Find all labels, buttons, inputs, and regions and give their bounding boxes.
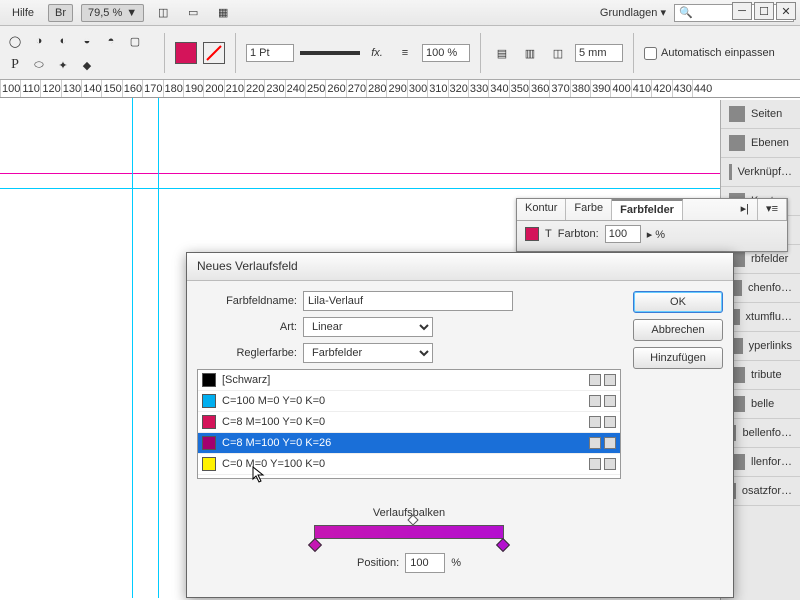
ok-button[interactable]: OK <box>633 291 723 313</box>
panel-item[interactable]: Ebenen <box>721 129 800 158</box>
swatch-row[interactable]: C=100 M=0 Y=0 K=0 <box>198 391 620 412</box>
stop-color-select[interactable]: Farbfelder <box>303 343 433 363</box>
add-button[interactable]: Hinzufügen <box>633 347 723 369</box>
type-select[interactable]: Linear <box>303 317 433 337</box>
tool-icon[interactable]: ✦ <box>52 54 74 76</box>
app-menubar: Hilfe Br 79,5 % ▼ ◫ ▭ ▦ Grundlagen ▾ 🔍 ─… <box>0 0 800 26</box>
horizontal-ruler: 1001101201301401501601701801902002102202… <box>0 80 800 98</box>
control-toolbar: ◯ ◑ ◐ ◒ ◓ ▢ P ⬭ ✦ ◆ fx. ≡ ▤ ▥ ◫ Automati… <box>0 26 800 80</box>
bridge-button[interactable]: Br <box>48 4 73 22</box>
gradient-stop-left[interactable] <box>308 538 322 552</box>
window-maximize-button[interactable]: ☐ <box>754 2 774 20</box>
new-gradient-dialog: Neues Verlaufsfeld Farbfeldname: Art: Lin… <box>186 252 734 598</box>
tool-icon[interactable]: ◒ <box>76 30 98 52</box>
dialog-title: Neues Verlaufsfeld <box>187 253 733 281</box>
position-input[interactable] <box>405 553 445 573</box>
swatch-row[interactable]: C=8 M=100 Y=0 K=26 <box>198 433 620 454</box>
cancel-button[interactable]: Abbrechen <box>633 319 723 341</box>
panel-menu-icon[interactable]: ▸| <box>733 199 758 220</box>
para-icon[interactable]: ≡ <box>394 42 416 64</box>
swatches-panel: Kontur Farbe Farbfelder ▸| ▾≡ T Farbton:… <box>516 198 788 252</box>
window-close-button[interactable]: ✕ <box>776 2 796 20</box>
fill-swatch[interactable] <box>175 42 197 64</box>
tool-p-icon[interactable]: P <box>4 54 26 76</box>
tab-farbfelder[interactable]: Farbfelder <box>612 199 683 220</box>
tool-icon[interactable]: ◓ <box>100 30 122 52</box>
tool-icon[interactable]: ◐ <box>52 30 74 52</box>
swatch-row[interactable]: C=8 M=100 Y=0 K=0 <box>198 412 620 433</box>
tab-farbe[interactable]: Farbe <box>566 199 612 220</box>
opacity-input[interactable] <box>422 44 470 62</box>
workspace-dropdown[interactable]: Grundlagen ▾ <box>600 6 666 19</box>
gradient-stop-right[interactable] <box>496 538 510 552</box>
tint-pct: ▸ % <box>647 228 665 241</box>
panel-item[interactable]: Seiten <box>721 100 800 129</box>
panel-item[interactable]: Verknüpf… <box>721 158 800 187</box>
swatch-row[interactable]: [Schwarz] <box>198 370 620 391</box>
tint-label: Farbton: <box>558 228 599 240</box>
crop-icon[interactable]: ◫ <box>547 42 569 64</box>
menu-help[interactable]: Hilfe <box>6 5 40 21</box>
stop-color-label: Reglerfarbe: <box>197 347 297 359</box>
type-label: Art: <box>197 321 297 333</box>
position-pct: % <box>451 557 461 569</box>
auto-fit-checkbox[interactable]: Automatisch einpassen <box>644 47 775 60</box>
swatch-list[interactable]: [Schwarz]C=100 M=0 Y=0 K=0C=8 M=100 Y=0 … <box>197 369 621 479</box>
zoom-level[interactable]: 79,5 % ▼ <box>81 4 144 22</box>
guide-horizontal <box>0 173 800 174</box>
tint-input[interactable] <box>605 225 641 243</box>
tool-icon[interactable]: ◆ <box>76 54 98 76</box>
stroke-swatch[interactable] <box>203 42 225 64</box>
tool-icon[interactable]: ▢ <box>124 30 146 52</box>
size-input[interactable] <box>575 44 623 62</box>
view-icon-1[interactable]: ◫ <box>152 2 174 24</box>
align-icon[interactable]: ▤ <box>491 42 513 64</box>
swatch-row[interactable]: C=0 M=0 Y=100 K=0 <box>198 454 620 475</box>
tool-icon[interactable]: ◯ <box>4 30 26 52</box>
view-icon-3[interactable]: ▦ <box>212 2 234 24</box>
guide-vertical <box>132 98 133 598</box>
guide-vertical <box>158 98 159 598</box>
tool-icon[interactable]: ⬭ <box>28 54 50 76</box>
fill-proxy-icon[interactable] <box>525 227 539 241</box>
panel-options-icon[interactable]: ▾≡ <box>758 199 787 220</box>
position-label: Position: <box>357 557 399 569</box>
align-icon[interactable]: ▥ <box>519 42 541 64</box>
swatch-name-input[interactable] <box>303 291 513 311</box>
fx-icon[interactable]: fx. <box>366 42 388 64</box>
tab-kontur[interactable]: Kontur <box>517 199 566 220</box>
tool-icon[interactable]: ◑ <box>28 30 50 52</box>
swatch-name-label: Farbfeldname: <box>197 295 297 307</box>
stroke-weight-input[interactable] <box>246 44 294 62</box>
view-icon-2[interactable]: ▭ <box>182 2 204 24</box>
stroke-preview <box>300 51 360 55</box>
window-minimize-button[interactable]: ─ <box>732 2 752 20</box>
gradient-ramp[interactable] <box>314 525 504 539</box>
text-icon[interactable]: T <box>545 228 552 240</box>
guide-horizontal <box>0 188 800 189</box>
